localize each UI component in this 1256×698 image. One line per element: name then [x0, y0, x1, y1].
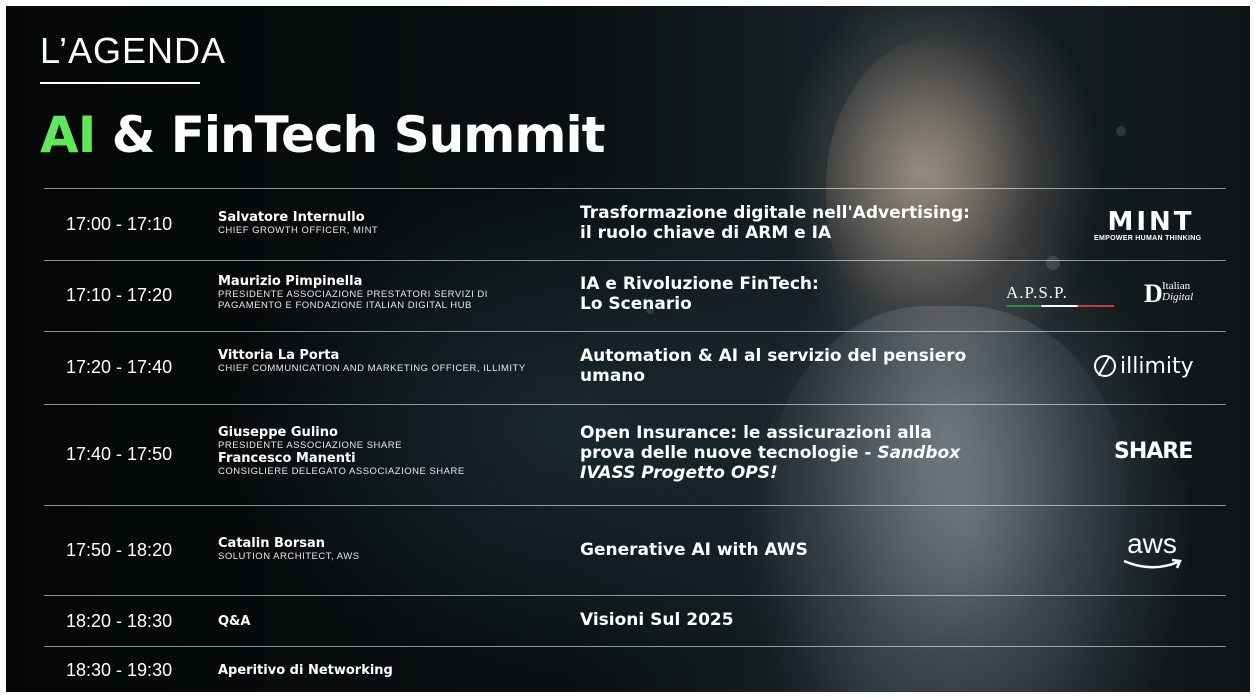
agenda-row: 17:00 - 17:10 Salvatore Internullo CHIEF…: [44, 188, 1226, 260]
session-title-line: umano: [580, 366, 646, 386]
session-time: 18:20 - 18:30: [66, 611, 173, 631]
speaker-block: Salvatore Internullo CHIEF GROWTH OFFICE…: [218, 210, 558, 236]
session-title: Generative AI with AWS: [580, 540, 1040, 560]
aws-logo: aws: [1120, 530, 1184, 572]
speaker-block: Catalin Borsan SOLUTION ARCHITECT, AWS: [218, 536, 558, 562]
session-title-line: Automation & AI al servizio del pensiero: [580, 346, 967, 366]
agenda-row: 17:10 - 17:20 Maurizio Pimpinella PRESID…: [44, 260, 1226, 331]
speaker-name: Giuseppe Gulino: [218, 425, 338, 440]
speaker-block: Aperitivo di Networking: [218, 663, 558, 678]
agenda-row: 17:40 - 17:50 Giuseppe Gulino PRESIDENTE…: [44, 404, 1226, 505]
speaker-name: Q&A: [218, 614, 251, 629]
session-title: IA e Rivoluzione FinTech: Lo Scenario: [580, 274, 1040, 314]
speaker-name: Catalin Borsan: [218, 536, 326, 551]
agenda-row: 17:20 - 17:40 Vittoria La Porta CHIEF CO…: [44, 331, 1226, 404]
session-title-line: Visioni Sul 2025: [580, 610, 734, 630]
mint-logo: MINT EMPOWER HUMAN THINKING: [1094, 209, 1208, 242]
italian-digital-hub-line2: Digital: [1162, 291, 1194, 303]
share-logo-wordmark: SHARE: [1114, 439, 1193, 464]
background-bokeh-light: [1116, 126, 1126, 136]
speaker-block: Vittoria La Porta CHIEF COMMUNICATION AN…: [218, 348, 558, 374]
agenda-row: 17:50 - 18:20 Catalin Borsan SOLUTION AR…: [44, 505, 1226, 595]
session-title-line: Lo Scenario: [580, 294, 692, 314]
session-time: 17:00 - 17:10: [66, 214, 173, 234]
session-title-line: IA e Rivoluzione FinTech:: [580, 274, 819, 294]
speaker-name: Aperitivo di Networking: [218, 663, 393, 678]
session-title-line: Generative AI with AWS: [580, 540, 808, 560]
speaker-role: CHIEF GROWTH OFFICER, MINT: [218, 225, 379, 236]
speaker-block: Giuseppe Gulino PRESIDENTE ASSOCIAZIONE …: [218, 425, 558, 477]
speaker-role: CONSIGLIERE DELEGATO ASSOCIAZIONE SHARE: [218, 466, 465, 477]
share-logo: SHARE: [1114, 439, 1193, 464]
speaker-block: Q&A: [218, 614, 558, 629]
italian-digital-hub-icon: D: [1144, 279, 1163, 308]
session-title-line: Open Insurance: le assicurazioni alla: [580, 423, 932, 443]
session-title-line: Trasformazione digitale nell'Advertising…: [580, 203, 970, 223]
speaker-role: SOLUTION ARCHITECT, AWS: [218, 551, 360, 562]
session-title-line: prova delle nuove tecnologie - Sandbox: [580, 443, 1040, 463]
aws-logo-wordmark: aws: [1127, 528, 1177, 559]
agenda-slide: L’AGENDA AI & FinTech Summit 17:00 - 17:…: [6, 6, 1250, 692]
agenda-row: 18:20 - 18:30 Q&A Visioni Sul 2025: [44, 595, 1226, 646]
session-time: 17:20 - 17:40: [66, 357, 173, 377]
session-title-italic: Sandbox: [877, 443, 961, 463]
session-time: 17:10 - 17:20: [66, 285, 173, 305]
speaker-name: Salvatore Internullo: [218, 210, 365, 225]
session-time: 17:40 - 17:50: [66, 444, 173, 464]
speaker-role: PRESIDENTE ASSOCIAZIONE SHARE: [218, 440, 402, 451]
italian-digital-hub-logo: D Italian Digital: [1144, 279, 1210, 311]
apsp-logo-tricolor-line: [1006, 305, 1114, 307]
event-title-rest: & FinTech Summit: [111, 106, 606, 164]
speaker-name: Vittoria La Porta: [218, 348, 340, 363]
mint-logo-wordmark: MINT: [1107, 207, 1195, 237]
apsp-logo-wordmark: A.P.S.P.: [1006, 283, 1068, 302]
session-time: 18:30 - 19:30: [66, 660, 173, 680]
session-title: Visioni Sul 2025: [580, 610, 1040, 630]
session-title: Open Insurance: le assicurazioni alla pr…: [580, 423, 1040, 483]
session-title-text: prova delle nuove tecnologie -: [580, 443, 878, 463]
illimity-logo: illimity: [1094, 354, 1194, 379]
illimity-logo-wordmark: illimity: [1120, 354, 1194, 379]
italian-digital-hub-wordmark: Italian Digital: [1162, 281, 1193, 303]
speaker-role: CHIEF COMMUNICATION AND MARKETING OFFICE…: [218, 363, 526, 374]
session-title-line: IVASS Progetto OPS!: [580, 463, 1040, 483]
session-time: 17:50 - 18:20: [66, 540, 173, 560]
session-title-line: il ruolo chiave di ARM e IA: [580, 223, 832, 243]
speaker-block: Maurizio Pimpinella PRESIDENTE ASSOCIAZI…: [218, 274, 558, 311]
session-title: Automation & AI al servizio del pensiero…: [580, 346, 1040, 386]
session-title: Trasformazione digitale nell'Advertising…: [580, 203, 1040, 243]
speaker-name: Francesco Manenti: [218, 451, 356, 466]
agenda-heading-underline: [40, 82, 200, 84]
illimity-icon: [1094, 355, 1116, 377]
speaker-role: PRESIDENTE ASSOCIAZIONE PRESTATORI SERVI…: [218, 289, 488, 311]
event-title-accent: AI: [40, 106, 96, 164]
event-title: AI & FinTech Summit: [40, 106, 605, 164]
mint-logo-tagline: EMPOWER HUMAN THINKING: [1094, 235, 1202, 242]
agenda-table: 17:00 - 17:10 Salvatore Internullo CHIEF…: [44, 188, 1226, 692]
apsp-logo: A.P.S.P.: [1006, 283, 1118, 311]
agenda-row: 18:30 - 19:30 Aperitivo di Networking: [44, 646, 1226, 692]
agenda-heading: L’AGENDA: [40, 30, 227, 71]
speaker-name: Maurizio Pimpinella: [218, 274, 363, 289]
aws-smile-icon: [1123, 558, 1182, 569]
session-title-italic: IVASS Progetto OPS!: [580, 463, 778, 483]
